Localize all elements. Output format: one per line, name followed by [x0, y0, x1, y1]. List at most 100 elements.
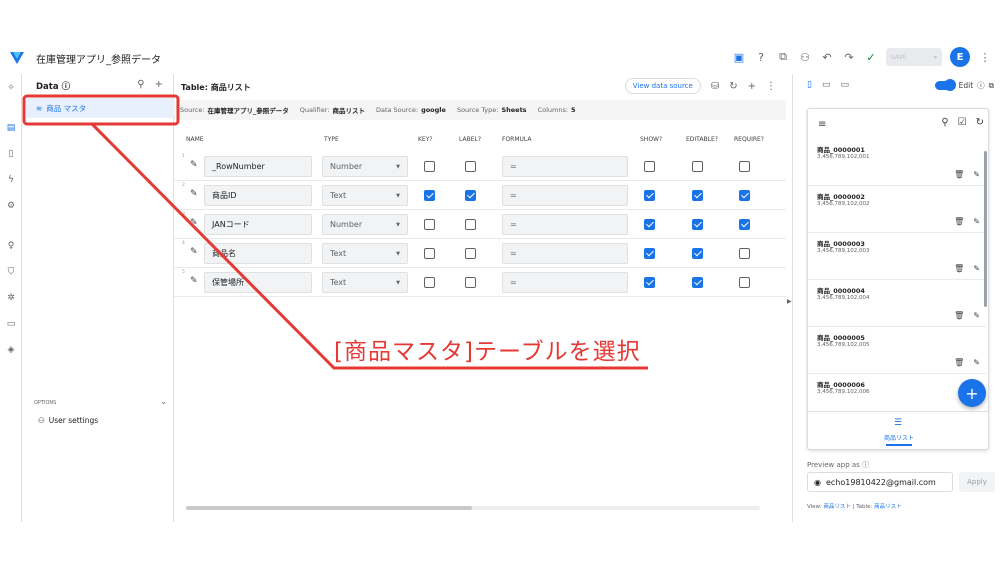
formula-field[interactable]: =: [502, 156, 628, 177]
open-external-icon[interactable]: ⧉: [989, 81, 994, 91]
automation-nav-icon[interactable]: ⚙: [5, 200, 17, 212]
key-checkbox[interactable]: [424, 219, 435, 230]
monitor-nav-icon[interactable]: ▭: [5, 318, 17, 330]
check-icon[interactable]: ✓: [864, 50, 878, 64]
vertical-scrollbar[interactable]: [984, 151, 987, 307]
delete-icon[interactable]: 🗑: [954, 358, 964, 367]
list-item[interactable]: 商品_0000003 3,456,789,102,003 🗑 ✎: [808, 233, 986, 280]
pencil-icon[interactable]: ✎: [190, 189, 198, 199]
info-icon[interactable]: ⓘ: [977, 80, 985, 91]
list-item[interactable]: 商品_0000001 3,456,789,102,001 🗑 ✎: [808, 139, 986, 186]
redo-icon[interactable]: ↷: [842, 50, 856, 64]
mobile-device-icon[interactable]: ▯: [807, 80, 812, 90]
require-checkbox[interactable]: [739, 190, 750, 201]
views-nav-icon[interactable]: ▯: [5, 148, 17, 160]
column-type-select[interactable]: Number ▼: [322, 214, 408, 235]
list-item[interactable]: 商品_0000002 3,456,789,102,002 🗑 ✎: [808, 186, 986, 233]
avatar[interactable]: E: [950, 47, 970, 67]
column-type-select[interactable]: Text ▼: [322, 243, 408, 264]
phone-bottom-nav[interactable]: ☰ 商品リスト: [808, 411, 988, 449]
column-name-field[interactable]: 商品ID: [204, 185, 312, 206]
view-data-source-button[interactable]: View data source: [624, 78, 701, 94]
column-name-field[interactable]: 保管場所: [204, 272, 312, 293]
edit-toggle[interactable]: Edit ⓘ ⧉: [934, 79, 994, 91]
formula-field[interactable]: =: [502, 214, 628, 235]
key-checkbox[interactable]: [424, 277, 435, 288]
editable-checkbox[interactable]: [692, 248, 703, 259]
key-checkbox[interactable]: [424, 190, 435, 201]
share-user-icon[interactable]: ⚇: [798, 50, 812, 64]
column-type-select[interactable]: Number ▼: [322, 156, 408, 177]
regenerate-schema-icon[interactable]: ⛁: [711, 81, 719, 92]
select-checkbox-icon[interactable]: ☑: [958, 117, 967, 128]
edit-toggle-switch[interactable]: [934, 79, 956, 91]
show-checkbox[interactable]: [644, 161, 655, 172]
refresh-icon[interactable]: ↻: [976, 117, 984, 128]
undo-icon[interactable]: ↶: [820, 50, 834, 64]
edit-icon[interactable]: ✎: [973, 170, 980, 179]
column-name-field[interactable]: _RowNumber: [204, 156, 312, 177]
key-checkbox[interactable]: [424, 161, 435, 172]
edit-icon[interactable]: ✎: [973, 358, 980, 367]
label-checkbox[interactable]: [465, 161, 476, 172]
label-checkbox[interactable]: [465, 277, 476, 288]
column-name-field[interactable]: 商品名: [204, 243, 312, 264]
horizontal-scrollbar[interactable]: [186, 506, 472, 510]
apply-button[interactable]: Apply: [959, 472, 995, 492]
pencil-icon[interactable]: ✎: [190, 247, 198, 257]
label-checkbox[interactable]: [465, 190, 476, 201]
formula-field[interactable]: =: [502, 272, 628, 293]
show-checkbox[interactable]: [644, 248, 655, 259]
edit-icon[interactable]: ✎: [973, 217, 980, 226]
delete-icon[interactable]: 🗑: [954, 264, 964, 273]
intelligence-nav-icon[interactable]: ♀: [5, 240, 17, 252]
formula-field[interactable]: =: [502, 185, 628, 206]
label-checkbox[interactable]: [465, 219, 476, 230]
delete-icon[interactable]: 🗑: [954, 311, 964, 320]
add-column-icon[interactable]: +: [748, 81, 756, 92]
editable-checkbox[interactable]: [692, 161, 703, 172]
more-vert-icon[interactable]: ⋮: [766, 81, 776, 92]
editable-checkbox[interactable]: [692, 190, 703, 201]
require-checkbox[interactable]: [739, 219, 750, 230]
label-checkbox[interactable]: [465, 248, 476, 259]
appsheet-logo-icon[interactable]: [10, 50, 24, 64]
pencil-icon[interactable]: ✎: [190, 218, 198, 228]
edit-icon[interactable]: ✎: [973, 264, 980, 273]
tablet-device-icon[interactable]: ▭: [822, 80, 831, 90]
key-checkbox[interactable]: [424, 248, 435, 259]
sort-menu-icon[interactable]: ≡: [818, 119, 826, 130]
column-type-select[interactable]: Text ▼: [322, 185, 408, 206]
require-checkbox[interactable]: [739, 248, 750, 259]
column-name-field[interactable]: JANコード: [204, 214, 312, 235]
edit-icon[interactable]: ✎: [973, 311, 980, 320]
settings-nav-icon[interactable]: ✲: [5, 292, 17, 304]
security-nav-icon[interactable]: ⛉: [5, 266, 17, 278]
chevron-down-icon[interactable]: ⌄: [160, 397, 167, 406]
delete-icon[interactable]: 🗑: [954, 170, 964, 179]
info-icon[interactable]: ⓘ: [862, 461, 869, 469]
actions-nav-icon[interactable]: ϟ: [5, 174, 17, 186]
pencil-icon[interactable]: ✎: [190, 160, 198, 170]
add-icon[interactable]: +: [155, 79, 163, 90]
show-checkbox[interactable]: [644, 277, 655, 288]
view-link[interactable]: 商品リスト: [823, 504, 851, 510]
preview-email-field[interactable]: ◉ echo19810422@gmail.com: [807, 472, 953, 492]
require-checkbox[interactable]: [739, 277, 750, 288]
data-nav-icon[interactable]: ▤: [5, 122, 17, 134]
table-item-product-master[interactable]: ≋ 商品 マスタ: [26, 98, 174, 118]
show-checkbox[interactable]: [644, 190, 655, 201]
search-icon[interactable]: ⚲: [137, 79, 144, 90]
pencil-icon[interactable]: ✎: [190, 276, 198, 286]
table-link[interactable]: 商品リスト: [874, 504, 902, 510]
info-icon[interactable]: ⓘ: [62, 82, 71, 92]
editable-checkbox[interactable]: [692, 277, 703, 288]
search-icon[interactable]: ⚲: [941, 117, 948, 128]
app-gallery-icon[interactable]: ▣: [732, 50, 746, 64]
list-item[interactable]: 商品_0000005 3,456,789,102,005 🗑 ✎: [808, 327, 986, 374]
magic-icon[interactable]: ✧: [5, 82, 17, 94]
delete-icon[interactable]: 🗑: [954, 217, 964, 226]
learn-nav-icon[interactable]: ◈: [5, 344, 17, 356]
collapse-preview-icon[interactable]: ▶: [787, 298, 792, 305]
formula-field[interactable]: =: [502, 243, 628, 264]
